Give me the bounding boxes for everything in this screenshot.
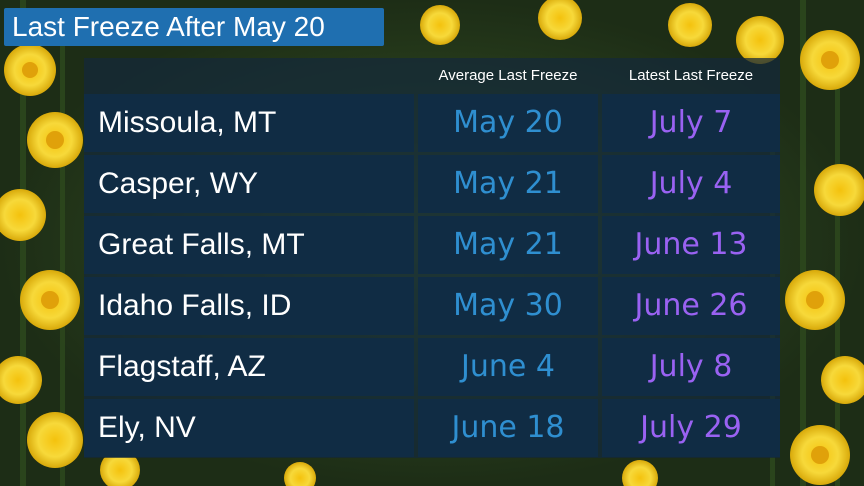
- average-freeze-cell: May 21: [418, 216, 598, 274]
- latest-freeze-cell: July 4: [602, 155, 780, 213]
- average-freeze-cell: May 21: [418, 155, 598, 213]
- latest-freeze-cell: July 8: [602, 338, 780, 396]
- city-cell: Idaho Falls, ID: [84, 277, 414, 335]
- column-header-latest: Latest Last Freeze: [628, 67, 754, 84]
- city-cell: Casper, WY: [84, 155, 414, 213]
- average-freeze-cell: June 18: [418, 399, 598, 457]
- latest-freeze-cell: June 26: [602, 277, 780, 335]
- latest-freeze-cell: June 13: [602, 216, 780, 274]
- page-title: Last Freeze After May 20: [12, 11, 325, 42]
- latest-freeze-cell: July 7: [602, 94, 780, 152]
- table-row: Flagstaff, AZ June 4 July 8: [84, 338, 780, 396]
- table-row: Great Falls, MT May 21 June 13: [84, 216, 780, 274]
- table-row: Missoula, MT May 20 July 7: [84, 94, 780, 152]
- city-cell: Great Falls, MT: [84, 216, 414, 274]
- column-header-average: Average Last Freeze: [438, 67, 578, 84]
- city-cell: Missoula, MT: [84, 94, 414, 152]
- table-row: Casper, WY May 21 July 4: [84, 155, 780, 213]
- average-freeze-cell: June 4: [418, 338, 598, 396]
- city-cell: Ely, NV: [84, 399, 414, 457]
- latest-freeze-cell: July 29: [602, 399, 780, 457]
- table-row: Ely, NV June 18 July 29: [84, 399, 780, 457]
- title-banner: Last Freeze After May 20: [4, 8, 384, 46]
- average-freeze-cell: May 20: [418, 94, 598, 152]
- average-freeze-cell: May 30: [418, 277, 598, 335]
- city-cell: Flagstaff, AZ: [84, 338, 414, 396]
- table-row: Idaho Falls, ID May 30 June 26: [84, 277, 780, 335]
